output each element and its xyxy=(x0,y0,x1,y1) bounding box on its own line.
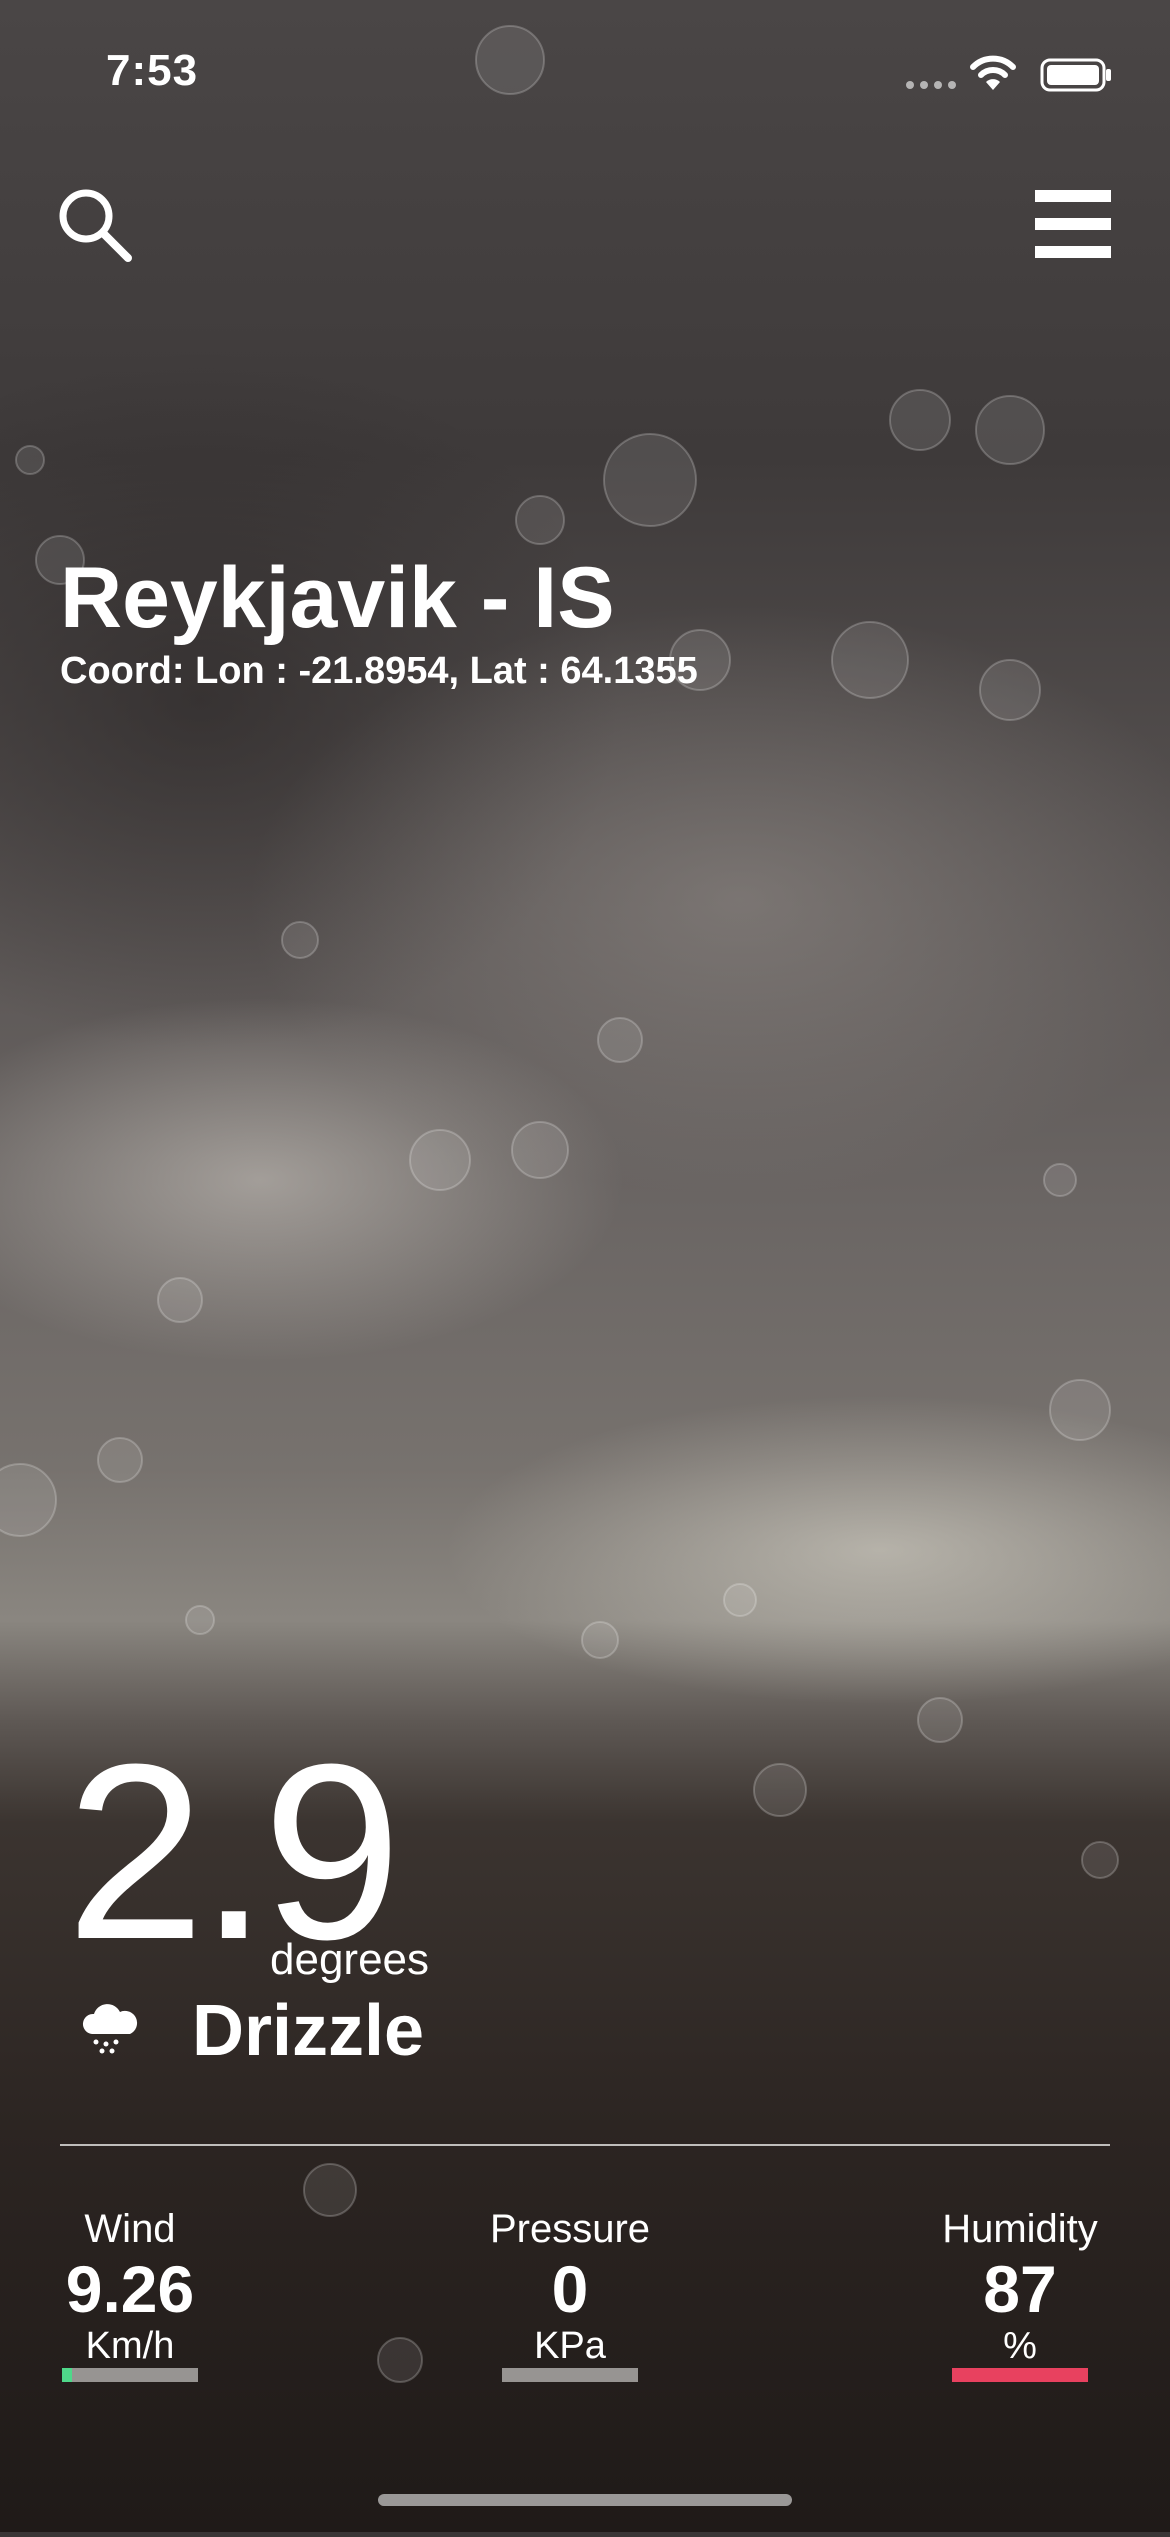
divider xyxy=(60,2144,1110,2146)
wind-value: 9.26 xyxy=(65,2252,195,2326)
wind-stat: Wind 9.26 Km/h xyxy=(60,2206,200,2382)
humidity-value: 87 xyxy=(983,2252,1057,2326)
wind-unit: Km/h xyxy=(85,2325,175,2367)
background-rain-photo xyxy=(0,0,1170,2532)
humidity-stat: Humidity 87 % xyxy=(930,2206,1110,2382)
hamburger-menu-icon[interactable] xyxy=(1035,186,1111,262)
wifi-icon xyxy=(970,55,1016,90)
pressure-level-bar xyxy=(502,2368,638,2382)
pressure-label: Pressure xyxy=(489,2207,651,2251)
coordinates-text: Coord: Lon : -21.8954, Lat : 64.1355 xyxy=(60,650,698,692)
search-icon[interactable] xyxy=(56,186,136,266)
wind-level-fill xyxy=(62,2368,72,2382)
pressure-value: 0 xyxy=(551,2252,589,2326)
wind-level-bar xyxy=(62,2368,198,2382)
city-name: Reykjavik - IS xyxy=(60,550,615,646)
battery-icon xyxy=(1040,58,1111,92)
temperature-unit: degrees xyxy=(270,1935,430,1984)
humidity-label: Humidity xyxy=(942,2207,1098,2251)
pressure-stat: Pressure 0 KPa xyxy=(480,2206,660,2382)
weather-condition: Drizzle xyxy=(192,1991,425,2071)
cellular-dots-icon xyxy=(906,81,956,89)
pressure-unit: KPa xyxy=(534,2325,606,2367)
humidity-level-bar xyxy=(952,2368,1088,2382)
raindrops-overlay xyxy=(0,25,1119,2383)
humidity-unit: % xyxy=(1003,2325,1037,2367)
wind-label: Wind xyxy=(84,2207,176,2251)
home-indicator[interactable] xyxy=(378,2494,792,2506)
humidity-level-fill xyxy=(952,2368,1088,2382)
cloud-drizzle-icon xyxy=(82,2004,138,2054)
status-time: 7:53 xyxy=(106,46,199,95)
